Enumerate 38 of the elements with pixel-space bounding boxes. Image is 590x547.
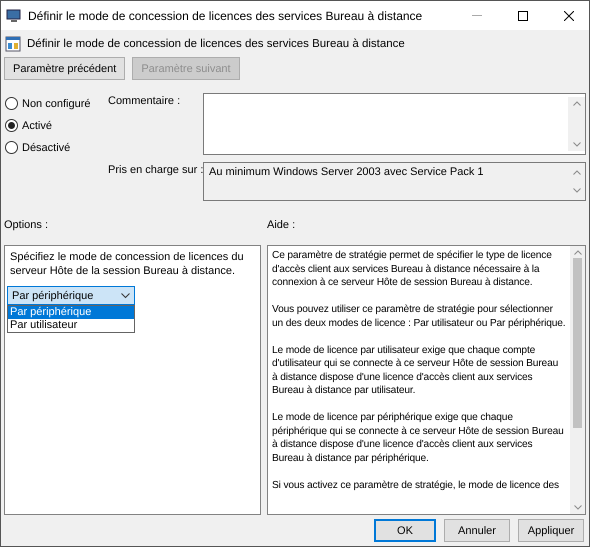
scroll-down-icon[interactable]	[572, 188, 580, 193]
radio-label: Non configuré	[22, 98, 90, 110]
scroll-up-icon[interactable]	[572, 170, 580, 175]
chevron-down-icon	[121, 292, 130, 298]
window-title: Définir le mode de concession de licences des services Bureau à distance	[28, 8, 424, 22]
help-label: Aide :	[267, 218, 296, 231]
supported-on-label: Pris en charge sur :	[108, 163, 204, 178]
options-description: Spécifiez le mode de concession de licences du serveur Hôte de la session Bureau à distance.	[9, 250, 245, 279]
radio-button[interactable]	[5, 97, 18, 110]
radio-label: Activé	[22, 120, 52, 132]
help-paragraph: Le mode de licence par périphérique exige que chaque périphérique qui se connecte à ce serveur Hôte de session Bureau à distance dispose d'une licence d'accès client aux services Bureau à distance par périphérique.	[272, 411, 565, 465]
dropdown-option[interactable]: Par périphérique	[8, 306, 134, 319]
options-label: Options :	[4, 218, 50, 231]
license-mode-dropdown[interactable]: Par périphérique	[7, 286, 135, 305]
help-paragraph: Ce paramètre de stratégie permet de spécifier le type de licence d'accès client aux services Bureau à distance nécessaire à la connexion à ce serveur Hôte de session Bureau à distance.	[272, 249, 553, 290]
ok-button[interactable]: OK	[374, 519, 436, 542]
supported-on-value: Au minimum Windows Server 2003 avec Service Pack 1	[209, 166, 484, 180]
comment-label: Commentaire :	[108, 94, 180, 109]
help-paragraph: Le mode de licence par utilisateur exige que chaque compte d'utilisateur qui se connecte à ce serveur Hôte de session Bureau à distance dispose d'une licence d'accès client aux services Bureau à distance par utilisateur.	[272, 344, 560, 398]
comment-field[interactable]	[203, 93, 586, 155]
policy-title: Définir le mode de concession de licences des services Bureau à distance	[27, 38, 405, 50]
computer-icon	[6, 8, 22, 24]
maximize-icon[interactable]	[518, 10, 528, 20]
apply-button[interactable]: Appliquer	[518, 519, 584, 542]
radio-button[interactable]	[5, 119, 18, 132]
scroll-down-icon[interactable]	[574, 505, 582, 510]
scroll-up-icon[interactable]	[574, 250, 582, 255]
scroll-up-icon[interactable]	[572, 101, 580, 106]
radio-button[interactable]	[5, 141, 18, 154]
previous-setting-button[interactable]: Paramètre précédent	[4, 57, 126, 80]
help-paragraph: Si vous activez ce paramètre de stratégie, le mode de licence des	[272, 478, 560, 492]
settings-window-icon	[5, 36, 21, 52]
radio-label: Désactivé	[22, 142, 70, 154]
scroll-down-icon[interactable]	[572, 142, 580, 147]
scrollbar[interactable]	[570, 246, 585, 514]
cancel-button[interactable]: Annuler	[444, 519, 510, 542]
close-icon[interactable]	[564, 10, 574, 20]
help-paragraph: Vous pouvez utiliser ce paramètre de stratégie pour sélectionner un des deux modes de licence : Par utilisateur ou Par périphérique.	[272, 303, 566, 330]
